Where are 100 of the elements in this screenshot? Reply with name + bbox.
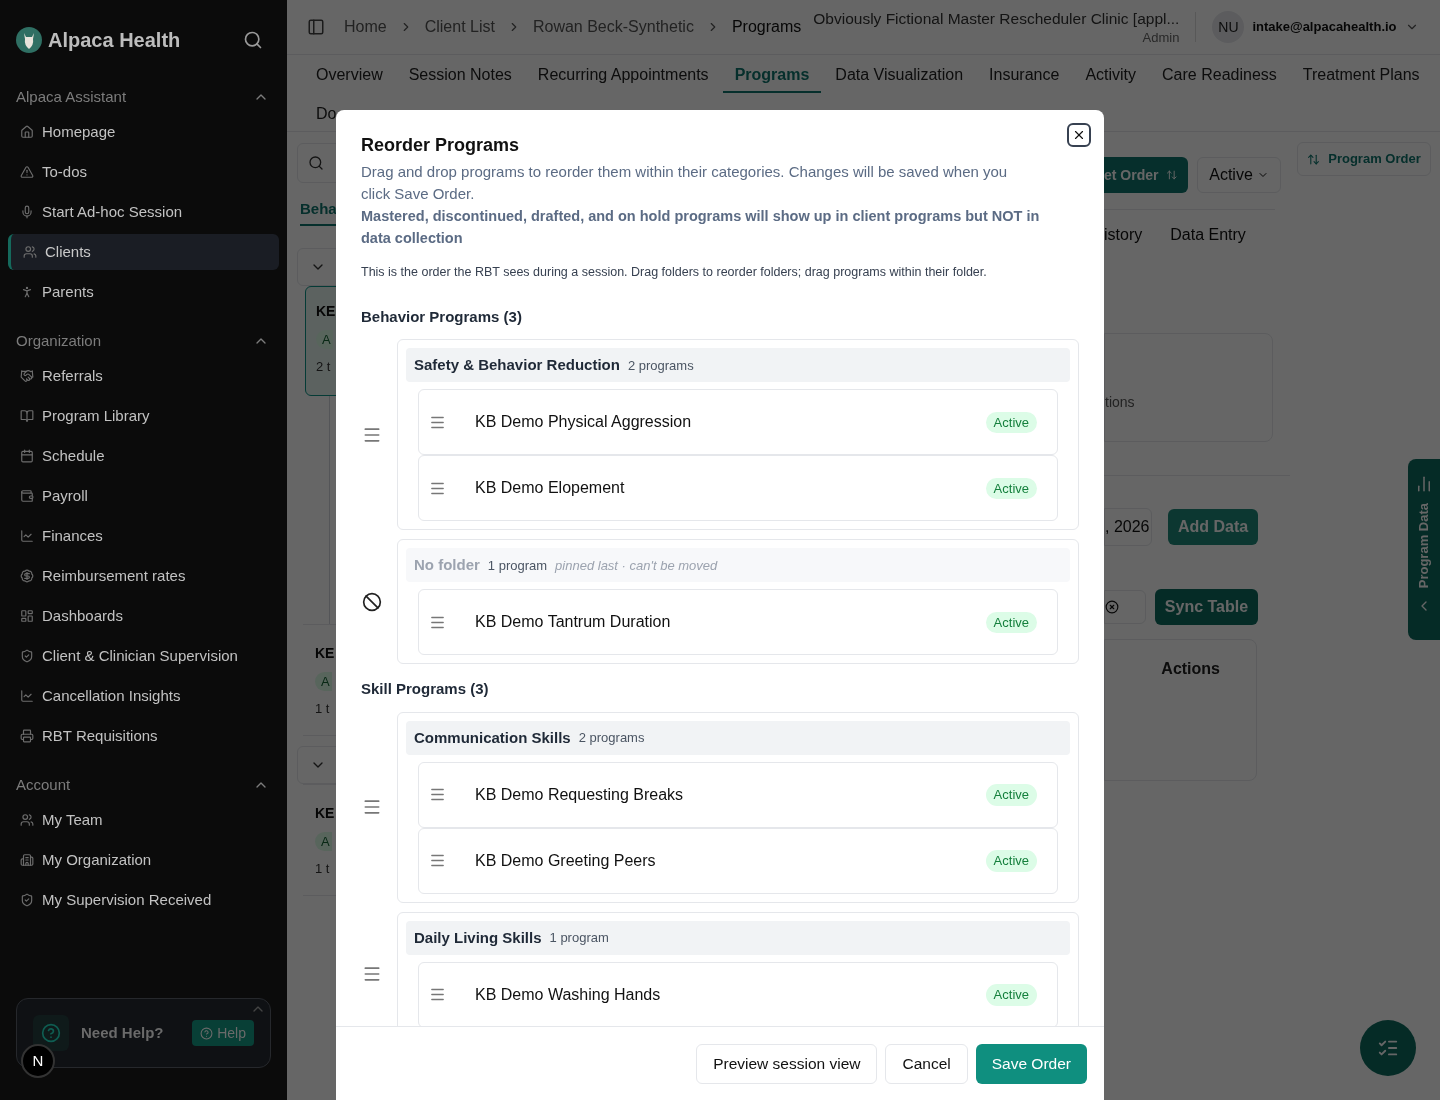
column-header: Actions bbox=[1161, 659, 1220, 677]
category-title: Skill Programs (3) bbox=[361, 679, 490, 700]
sidebar-item[interactable]: To-dos bbox=[8, 154, 279, 190]
calendar-icon bbox=[20, 449, 34, 463]
folder-name: Communication Skills bbox=[414, 727, 571, 748]
line-chart-icon bbox=[20, 529, 34, 543]
dialog-title: Reorder Programs bbox=[361, 134, 521, 157]
status-badge: Active bbox=[985, 477, 1037, 499]
wallet-icon bbox=[20, 489, 34, 503]
folder-name: Safety & Behavior Reduction bbox=[414, 355, 620, 375]
status-badge: Active bbox=[985, 611, 1037, 633]
close-button[interactable] bbox=[1067, 123, 1091, 147]
dialog-button[interactable]: Cancel bbox=[885, 1043, 968, 1084]
dialog-hint: This is the order the RBT sees during a session. Drag folders to reorder folders; drag programs within their folder. bbox=[361, 264, 988, 281]
search-icon[interactable] bbox=[243, 30, 263, 50]
sidebar-item[interactable]: Cancellation Insights bbox=[8, 678, 279, 714]
program-name: KB Demo Elopement bbox=[475, 478, 625, 499]
sidebar-item[interactable]: Homepage bbox=[8, 114, 279, 150]
line-chart-icon bbox=[20, 689, 34, 703]
handshake-icon bbox=[20, 369, 34, 383]
program-name: KB Demo Requesting Breaks bbox=[475, 784, 684, 805]
book-icon bbox=[20, 409, 34, 423]
building-icon bbox=[20, 853, 34, 867]
program-title: KE bbox=[315, 643, 335, 663]
program-name: KB Demo Tantrum Duration bbox=[475, 612, 671, 633]
sidebar-item[interactable]: Finances bbox=[8, 518, 279, 554]
sidebar-item[interactable]: Payroll bbox=[8, 478, 279, 514]
user-email[interactable]: intake@alpacahealth.io bbox=[1252, 17, 1397, 37]
status-badge: Active bbox=[985, 411, 1037, 433]
trial-count: 1 t bbox=[315, 859, 330, 878]
breadcrumb-current: Programs bbox=[731, 17, 802, 37]
bar-chart-icon bbox=[1415, 475, 1433, 493]
user-role: Admin bbox=[1142, 28, 1180, 47]
search-icon bbox=[308, 155, 324, 171]
sort-icon bbox=[1166, 168, 1178, 182]
sidebar-item[interactable]: Clients bbox=[8, 234, 279, 270]
user-avatar[interactable]: N bbox=[21, 1044, 55, 1078]
program-title: KE bbox=[315, 803, 335, 823]
status-badge: A bbox=[316, 329, 333, 349]
program-card[interactable]: KB Demo Physical Aggression Active bbox=[418, 389, 1058, 456]
people-icon bbox=[23, 245, 37, 259]
help-title: Need Help? bbox=[81, 1022, 164, 1043]
program-count: 1 program bbox=[487, 556, 548, 575]
status-select[interactable]: Active bbox=[1197, 157, 1281, 193]
people-icon bbox=[20, 813, 34, 827]
program-count: 2 programs bbox=[627, 356, 694, 375]
program-name: KB Demo Washing Hands bbox=[475, 984, 661, 1005]
sidebar-item[interactable]: Client & Clinician Supervision bbox=[8, 638, 279, 674]
dashboard-icon bbox=[20, 609, 34, 623]
sidebar-toggle-icon[interactable] bbox=[307, 18, 325, 36]
folder-name: Daily Living Skills bbox=[414, 927, 542, 948]
warning-icon bbox=[20, 165, 34, 179]
shield-check-icon bbox=[20, 893, 34, 907]
status-badge: Active bbox=[985, 784, 1037, 806]
sidebar-item[interactable]: RBT Requisitions bbox=[8, 718, 279, 754]
folder-note: pinned last · can't be moved bbox=[555, 556, 718, 575]
program-card[interactable]: KB Demo Greeting Peers Active bbox=[418, 827, 1058, 894]
program-name: KB Demo Greeting Peers bbox=[475, 850, 656, 871]
trial-count: 1 t bbox=[315, 699, 330, 718]
program-count: 1 program bbox=[549, 929, 609, 947]
sidebar-item[interactable]: Program Library bbox=[8, 398, 279, 434]
status-badge: A bbox=[315, 831, 332, 851]
sidebar-item[interactable]: Parents bbox=[8, 274, 279, 310]
subtab[interactable]: Data Entry bbox=[1170, 223, 1246, 247]
program-title: KE bbox=[316, 301, 336, 321]
sidebar-item[interactable]: Referrals bbox=[8, 358, 279, 394]
alpaca-logo-icon bbox=[16, 27, 42, 53]
subtab[interactable]: istory bbox=[1104, 223, 1143, 247]
program-card[interactable]: KB Demo Elopement Active bbox=[418, 455, 1058, 522]
clear-icon[interactable] bbox=[1105, 600, 1119, 614]
dialog-description: Drag and drop programs to reorder them within their categories. Changes will be saved when you click Save Order. bbox=[361, 162, 1009, 204]
sort-icon bbox=[1307, 152, 1321, 166]
status-badge: A bbox=[315, 671, 332, 691]
sidebar-item[interactable]: My Organization bbox=[8, 842, 279, 878]
house-icon bbox=[20, 125, 34, 139]
dialog-note: Mastered, discontinued, drafted, and on hold programs will show up in client programs but NOT in data collection bbox=[361, 207, 1041, 248]
section-title: Alpaca Assistant bbox=[16, 86, 127, 107]
checklist-fab[interactable] bbox=[1360, 1020, 1416, 1076]
close-icon bbox=[1072, 128, 1086, 142]
brand-name: Alpaca Health bbox=[48, 28, 181, 53]
sidebar-item[interactable]: Schedule bbox=[8, 438, 279, 474]
sidebar-item[interactable]: Reimbursement rates bbox=[8, 558, 279, 594]
dialog-button[interactable]: Preview session view bbox=[696, 1043, 878, 1084]
program-card[interactable]: KB Demo Requesting Breaks Active bbox=[418, 761, 1058, 828]
section-title: Organization bbox=[16, 330, 102, 351]
sidebar-item[interactable]: My Supervision Received bbox=[8, 882, 279, 918]
info-card: tions bbox=[1104, 333, 1273, 442]
sidebar-item[interactable]: Start Ad-hoc Session bbox=[8, 194, 279, 230]
printer-icon bbox=[20, 729, 34, 743]
shield-check-icon bbox=[20, 649, 34, 663]
help-icon bbox=[200, 1026, 214, 1040]
sidebar-item[interactable]: My Team bbox=[8, 802, 279, 838]
program-count: 2 programs bbox=[578, 729, 645, 747]
save-button[interactable]: Save Order bbox=[975, 1043, 1087, 1084]
program-card[interactable]: KB Demo Tantrum Duration Active bbox=[418, 589, 1058, 656]
trial-count: 2 t bbox=[316, 357, 331, 376]
help-icon bbox=[33, 1015, 69, 1051]
person-icon bbox=[20, 285, 34, 299]
program-name: KB Demo Physical Aggression bbox=[475, 412, 692, 433]
sidebar-item[interactable]: Dashboards bbox=[8, 598, 279, 634]
